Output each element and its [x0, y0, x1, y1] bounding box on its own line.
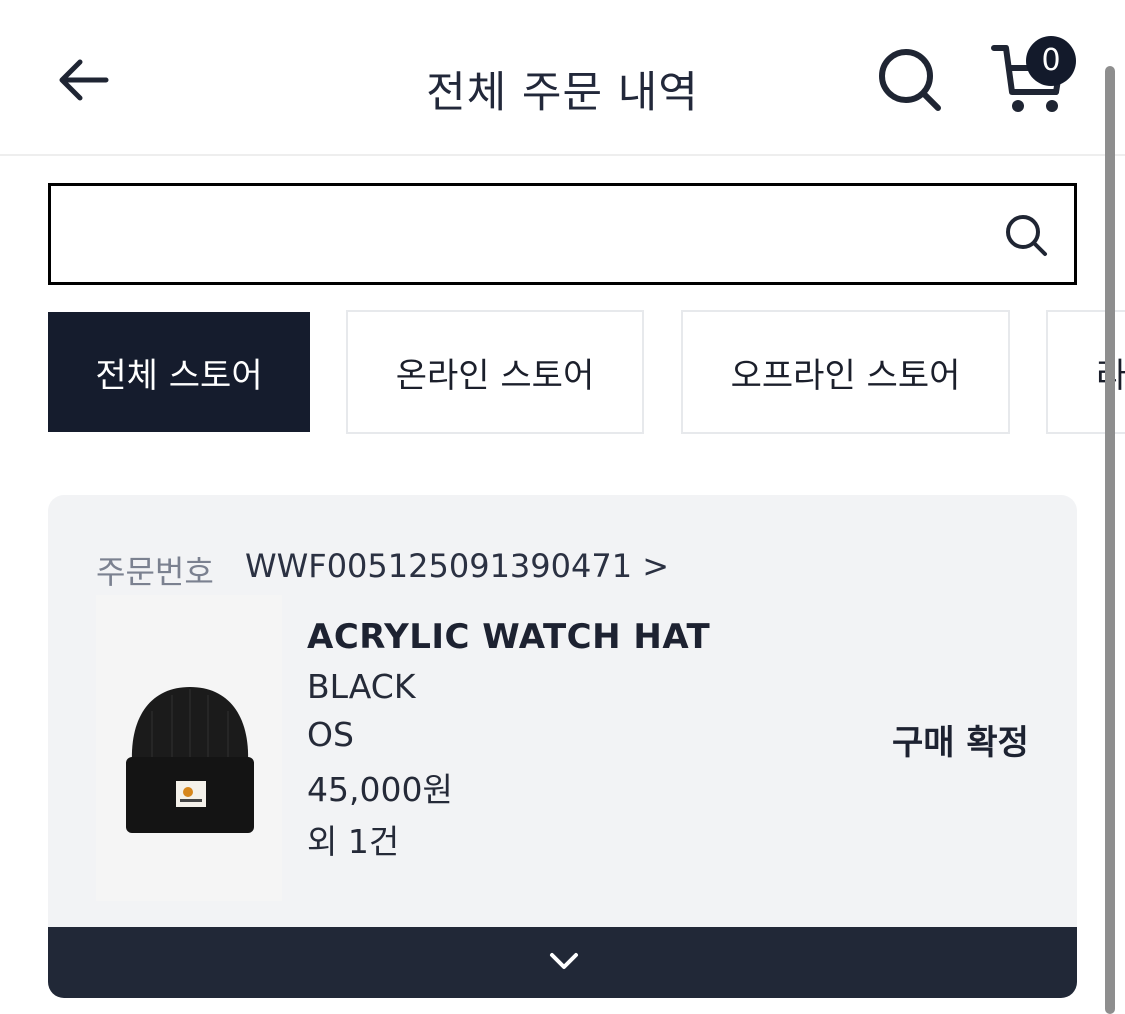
app-header: 전체 주문 내역 0 [0, 0, 1125, 156]
tab-label: 온라인 스토어 [395, 355, 595, 396]
order-status: 구매 확정 [892, 723, 1029, 763]
header-search-button[interactable] [874, 44, 946, 116]
chevron-down-icon [550, 953, 578, 969]
cart-count-badge: 0 [1026, 36, 1076, 86]
product-extra-count: 외 1건 [307, 822, 400, 861]
search-icon[interactable] [1003, 212, 1049, 258]
tab-label: 오프라인 스토어 [730, 355, 961, 396]
tab-online-store[interactable]: 온라인 스토어 [346, 310, 644, 434]
product-price: 45,000원 [307, 770, 453, 809]
scrollbar[interactable] [1105, 66, 1115, 1014]
product-size: OS [307, 715, 354, 754]
order-number-label: 주문번호 [96, 553, 214, 591]
expand-order-button[interactable] [48, 927, 1077, 998]
tab-label: 전체 스토어 [95, 355, 263, 396]
search-icon [879, 49, 941, 111]
order-search-input[interactable] [71, 204, 975, 266]
tab-offline-store[interactable]: 오프라인 스토어 [681, 310, 1010, 434]
order-search-box [48, 183, 1077, 285]
beanie-image [126, 687, 254, 833]
product-name: ACRYLIC WATCH HAT [307, 617, 711, 657]
order-card: 주문번호 WWF005125091390471 > ACRYLIC WATCH … [48, 495, 1077, 998]
product-color: BLACK [307, 667, 416, 706]
page-title: 전체 주문 내역 [426, 68, 699, 118]
product-thumbnail[interactable] [96, 595, 282, 901]
tab-all-store[interactable]: 전체 스토어 [48, 312, 310, 432]
order-number-link[interactable]: WWF005125091390471 > [245, 547, 669, 585]
